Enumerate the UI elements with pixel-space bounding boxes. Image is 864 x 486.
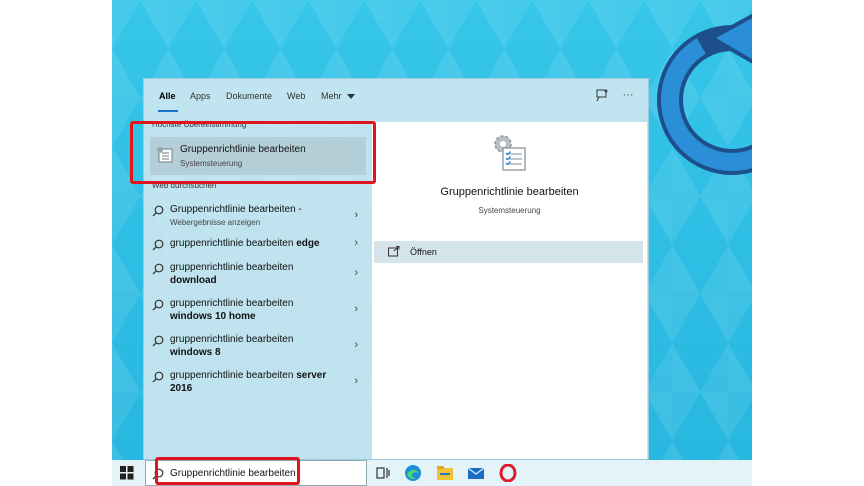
web-result[interactable]: gruppenrichtlinie bearbeiten server 2016… xyxy=(150,370,366,396)
web-result[interactable]: gruppenrichtlinie bearbeiten windows 10 … xyxy=(150,298,366,324)
chevron-right-icon: › xyxy=(354,237,358,249)
web-result[interactable]: gruppenrichtlinie bearbeiten edge › xyxy=(150,237,366,252)
file-explorer-icon[interactable] xyxy=(436,464,454,482)
web-result-text: gruppenrichtlinie bearbeiten xyxy=(170,238,297,249)
search-icon xyxy=(152,371,164,383)
chevron-down-icon xyxy=(347,93,356,99)
web-result-bold: edge xyxy=(296,238,320,249)
feedback-icon[interactable] xyxy=(595,88,609,102)
web-result-text: gruppenrichtlinie bearbeiten xyxy=(170,262,294,273)
tab-mehr[interactable]: Mehr xyxy=(321,91,356,101)
best-match-title: Gruppenrichtlinie bearbeiten xyxy=(180,144,306,155)
chevron-right-icon: › xyxy=(354,303,358,315)
web-search-label: Web durchsuchen xyxy=(152,181,217,190)
search-query: Gruppenrichtlinie bearbeiten xyxy=(170,468,296,479)
search-icon xyxy=(152,468,164,480)
tab-apps[interactable]: Apps xyxy=(190,91,211,101)
mail-icon[interactable] xyxy=(467,464,485,482)
preview-title: Gruppenrichtlinie bearbeiten xyxy=(440,186,579,198)
preview-pane: Gruppenrichtlinie bearbeiten Systemsteue… xyxy=(372,122,647,459)
opera-icon[interactable] xyxy=(499,464,517,482)
results-list: Höchste Übereinstimmung Gruppenrichtlini… xyxy=(144,119,366,461)
web-result[interactable]: gruppenrichtlinie bearbeiten download › xyxy=(150,262,366,288)
search-panel: Alle Apps Dokumente Web Mehr ··· Höchste… xyxy=(143,78,649,460)
best-match-label: Höchste Übereinstimmung xyxy=(152,120,247,129)
group-policy-icon xyxy=(157,147,173,163)
open-label: Öffnen xyxy=(410,247,437,257)
tab-web[interactable]: Web xyxy=(287,91,305,101)
chevron-right-icon: › xyxy=(354,339,358,351)
web-result[interactable]: Gruppenrichtlinie bearbeiten - Webergebn… xyxy=(150,204,366,228)
best-match-subtitle: Systemsteuerung xyxy=(180,159,243,168)
windows-start-icon[interactable] xyxy=(120,466,134,480)
web-result-bold: windows 10 home xyxy=(170,311,256,322)
search-icon xyxy=(152,263,164,275)
chevron-right-icon: › xyxy=(354,375,358,387)
search-tabs: Alle Apps Dokumente Web Mehr ··· xyxy=(144,79,650,119)
search-icon xyxy=(152,239,164,251)
tab-alle[interactable]: Alle xyxy=(159,91,176,101)
web-result[interactable]: gruppenrichtlinie bearbeiten windows 8 › xyxy=(150,334,366,360)
preview-subtitle: Systemsteuerung xyxy=(478,206,541,215)
web-result-text: gruppenrichtlinie bearbeiten xyxy=(170,334,294,345)
group-policy-large-icon xyxy=(494,135,526,171)
open-icon xyxy=(388,246,400,257)
search-icon xyxy=(152,299,164,311)
web-result-bold: download xyxy=(170,275,217,286)
chevron-right-icon: › xyxy=(354,209,358,221)
web-result-bold: server xyxy=(296,370,327,381)
best-match-item[interactable]: Gruppenrichtlinie bearbeiten Systemsteue… xyxy=(150,137,366,175)
search-icon xyxy=(152,335,164,347)
search-icon xyxy=(152,205,164,217)
tab-mehr-label: Mehr xyxy=(321,91,342,101)
web-result-text: gruppenrichtlinie bearbeiten xyxy=(170,298,294,309)
web-result-text: Gruppenrichtlinie bearbeiten xyxy=(170,204,296,215)
chevron-right-icon: › xyxy=(354,267,358,279)
web-result-suffix: - xyxy=(295,204,302,215)
taskbar-search-input[interactable]: Gruppenrichtlinie bearbeiten xyxy=(145,460,367,486)
web-result-subtext: Webergebnisse anzeigen xyxy=(170,218,261,227)
web-result-text: gruppenrichtlinie bearbeiten xyxy=(170,370,297,381)
taskbar: Gruppenrichtlinie bearbeiten xyxy=(112,460,752,486)
wallpaper-logo xyxy=(657,13,752,175)
open-action[interactable]: Öffnen xyxy=(374,241,643,263)
active-tab-indicator xyxy=(158,110,178,112)
edge-icon[interactable] xyxy=(404,464,422,482)
web-result-bold: windows 8 xyxy=(170,347,221,358)
web-result-bold-line2: 2016 xyxy=(170,383,193,394)
task-view-icon[interactable] xyxy=(374,464,392,482)
tab-dokumente[interactable]: Dokumente xyxy=(226,91,272,101)
ellipsis-icon[interactable]: ··· xyxy=(621,88,635,102)
